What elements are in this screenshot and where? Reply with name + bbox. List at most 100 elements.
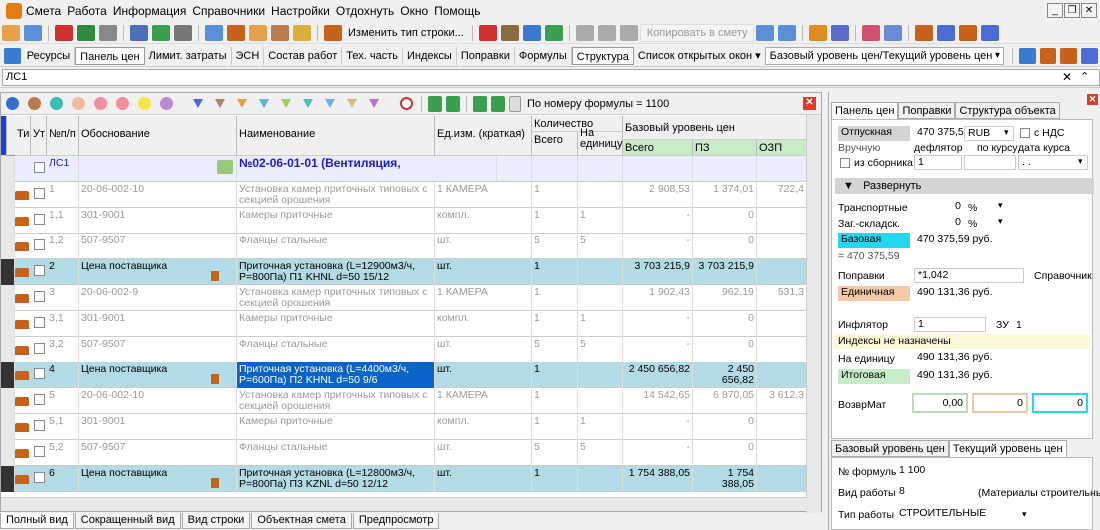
cell-unit[interactable]: шт. xyxy=(435,336,532,363)
cell-num[interactable]: 1,2 xyxy=(47,233,79,260)
cell-basis[interactable]: 301-9001 xyxy=(79,207,237,234)
nds-checkbox[interactable] xyxy=(1020,128,1030,138)
cell-basis[interactable]: 301-9001 xyxy=(79,310,237,337)
cell-pz[interactable]: 0 xyxy=(693,336,757,363)
cell-ozp[interactable] xyxy=(757,156,807,182)
cell-unit[interactable] xyxy=(435,156,532,182)
cell-num[interactable]: 6 xyxy=(47,465,79,492)
unit-price-button[interactable]: Единичная xyxy=(838,286,910,301)
filter-dot-icon[interactable] xyxy=(138,97,151,110)
menu-window[interactable]: Окно xyxy=(400,0,434,22)
cell-unit[interactable]: шт. xyxy=(435,233,532,260)
filter-dot-icon[interactable] xyxy=(50,97,63,110)
tab-structure[interactable]: Структура xyxy=(571,46,634,65)
cell-per[interactable]: 1 xyxy=(578,207,623,234)
table-row[interactable]: 2 Цена поставщика Приточная установка (L=1… xyxy=(1,259,807,286)
work-kind-select[interactable]: СТРОИТЕЛЬНЫЕ xyxy=(896,507,1032,522)
col-ozp[interactable]: ОЗП xyxy=(757,140,807,156)
filter-dot-icon[interactable] xyxy=(160,97,173,110)
close-icon[interactable]: ✕ xyxy=(1081,3,1097,18)
cell-pz[interactable]: 0 xyxy=(693,439,757,466)
table-row[interactable]: 6 Цена поставщика Приточная установка (L=1… xyxy=(1,465,807,492)
cell-unit[interactable]: шт. xyxy=(435,362,532,389)
cell-per[interactable] xyxy=(578,388,623,415)
row-checkbox[interactable] xyxy=(34,342,45,354)
row-marker[interactable] xyxy=(1,259,15,286)
return-mat-field-3[interactable]: 0 xyxy=(1032,393,1088,413)
col-total[interactable]: Всего xyxy=(623,140,693,156)
truck-icon[interactable] xyxy=(937,24,956,41)
cell-name[interactable]: Камеры приточные xyxy=(237,207,435,234)
tab-object-estimate[interactable]: Объектная смета xyxy=(251,513,352,529)
car-icon[interactable] xyxy=(981,24,1000,41)
cell-total[interactable]: 1 754 388,05 xyxy=(623,465,693,492)
menu-settings[interactable]: Настройки xyxy=(271,0,336,22)
tab-formulas[interactable]: Формулы xyxy=(515,46,572,65)
cell-basis[interactable] xyxy=(79,156,237,182)
tab-current-level[interactable]: Текущий уровень цен xyxy=(948,440,1067,457)
new-icon[interactable] xyxy=(2,24,20,41)
indent-icon[interactable] xyxy=(1018,47,1036,64)
tab-price-panel-right[interactable]: Панель цен xyxy=(831,102,899,119)
cell-ozp[interactable]: 722,4 xyxy=(757,181,807,208)
expand-tree-icon[interactable] xyxy=(428,95,442,112)
price-level-combo[interactable]: Базовый уровень цен/Текущий уровень цен xyxy=(764,46,1004,65)
col-ut[interactable]: Ут xyxy=(31,116,47,156)
cell-pz[interactable]: 3 703 215,9 xyxy=(693,259,757,286)
tab-object-structure[interactable]: Структура объекта xyxy=(955,102,1060,119)
arrow-down-icon[interactable] xyxy=(491,95,505,112)
reference-label[interactable]: Справочник xyxy=(1034,270,1092,282)
row-marker[interactable] xyxy=(1,207,15,234)
cell-per[interactable]: 1 xyxy=(578,414,623,440)
cell-total[interactable]: 1 902,43 xyxy=(623,285,693,311)
cell-num[interactable]: 1,1 xyxy=(47,207,79,234)
bricks-icon[interactable] xyxy=(959,24,978,41)
cell-num[interactable]: 3,1 xyxy=(47,310,79,337)
menu-rest[interactable]: Отдохнуть xyxy=(336,0,400,22)
key-icon[interactable] xyxy=(293,24,311,41)
cell-total[interactable]: - xyxy=(623,207,693,234)
book-icon[interactable] xyxy=(217,160,233,174)
table-row[interactable]: 3 20-06-002-9 Установка камер приточных ти… xyxy=(1,285,807,311)
change-row-type-button[interactable]: Изменить тип строки... xyxy=(344,27,468,39)
table-row[interactable]: 5,2 507-9507 Фланцы стальные шт. 5 5-0 xyxy=(1,439,807,466)
tab-tech-part[interactable]: Тех. часть xyxy=(342,46,403,65)
tree-icon[interactable] xyxy=(809,24,828,41)
row-checkbox[interactable] xyxy=(34,368,45,380)
cell-qty[interactable]: 1 xyxy=(532,414,578,440)
tab-base-level[interactable]: Базовый уровень цен xyxy=(831,440,949,457)
insert-icon[interactable] xyxy=(500,24,519,41)
list-icon[interactable] xyxy=(756,24,775,41)
cell-qty[interactable] xyxy=(532,156,578,182)
arrow-up-icon[interactable] xyxy=(473,95,487,112)
cell-total[interactable]: - xyxy=(623,233,693,260)
cell-unit[interactable]: 1 КАМЕРА xyxy=(435,285,532,311)
col-num[interactable]: №п/п xyxy=(47,116,79,156)
bricks2-icon[interactable] xyxy=(1039,47,1057,64)
cell-total[interactable]: 3 703 215,9 xyxy=(623,259,693,286)
cell-basis[interactable]: 507-9507 xyxy=(79,336,237,363)
funnel-icon[interactable] xyxy=(303,99,313,108)
tab-limit-costs[interactable]: Лимит. затраты xyxy=(145,46,232,65)
col-basis[interactable]: Обоснование xyxy=(79,116,237,156)
cell-basis[interactable]: 507-9507 xyxy=(79,233,237,260)
row-checkbox[interactable] xyxy=(34,291,45,302)
cell-per[interactable]: 1 xyxy=(578,310,623,337)
cell-basis[interactable]: 20-06-002-10 xyxy=(79,181,237,208)
close-address-icon[interactable]: ✕ xyxy=(1062,70,1072,84)
cell-num[interactable]: 1 xyxy=(47,181,79,208)
cell-ozp[interactable] xyxy=(757,310,807,337)
import-icon[interactable] xyxy=(24,24,42,41)
cell-unit[interactable]: шт. xyxy=(435,465,532,492)
address-field[interactable]: ЛС1 xyxy=(2,69,1100,86)
cell-total[interactable]: 2 450 656,82 xyxy=(623,362,693,389)
restore-icon[interactable]: ❐ xyxy=(1064,3,1080,18)
cell-total[interactable]: - xyxy=(623,310,693,337)
expand-section[interactable]: ▼ Развернуть xyxy=(835,178,1094,194)
cell-total[interactable]: - xyxy=(623,439,693,466)
row-marker[interactable] xyxy=(1,233,15,260)
menu-info[interactable]: Информация xyxy=(113,0,192,22)
tool-icon[interactable] xyxy=(271,24,289,41)
cell-qty[interactable]: 1 xyxy=(532,181,578,208)
cell-pz[interactable]: 0 xyxy=(693,310,757,337)
